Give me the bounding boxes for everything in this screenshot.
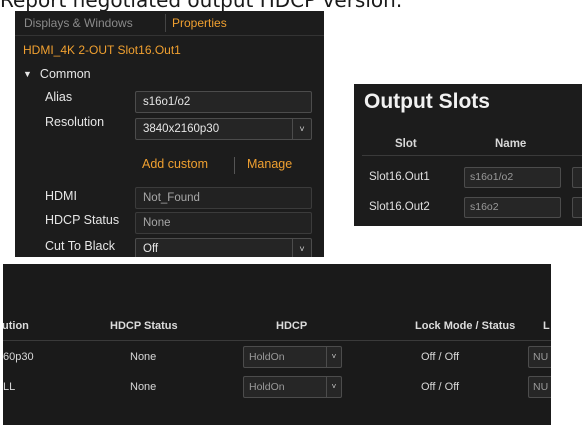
hdcp-status-label: HDCP Status [45,213,120,227]
row-2-lock-mode: Off / Off [421,381,460,393]
row-1-edge-field[interactable]: NU [528,346,551,368]
tab-displays-windows[interactable]: Displays & Windows [24,16,133,30]
row-2-resolution: LL [3,381,16,393]
add-custom-link[interactable]: Add custom [142,157,208,171]
hdcp-status-value: None [135,212,312,234]
section-common-toggle[interactable]: ▼ Common [23,67,91,81]
caption-text: Report negotiated output HDCP version. [0,0,403,12]
hdmi-value: Not_Found [135,187,312,209]
resolution-select[interactable]: 3840x2160p30 ˅ [135,118,312,140]
alias-input[interactable]: s16o1/o2 [135,91,312,113]
chevron-down-icon[interactable]: ˅ [292,239,311,257]
link-divider [234,157,235,174]
hdcp-column-header: HDCP [276,320,308,332]
device-title: HDMI_4K 2-OUT Slot16.Out1 [23,43,181,57]
chevron-down-icon[interactable]: ˅ [292,119,311,139]
lock-mode-column-header: Lock Mode / Status [415,320,516,332]
outputs-table: ution HDCP Status HDCP Lock Mode / Statu… [3,264,551,425]
header-divider [362,155,582,156]
properties-panel: Displays & Windows Properties HDMI_4K 2-… [15,11,324,257]
row-1-resolution: 60p30 [3,351,34,363]
tab-divider [165,14,166,32]
slot-row-1-label: Slot16.Out1 [369,171,430,183]
chevron-down-icon[interactable]: ˅ [326,377,341,397]
manage-link[interactable]: Manage [247,157,292,171]
slot-row-1-name-input[interactable]: s16o1/o2 [464,167,561,188]
caret-down-icon: ▼ [23,69,32,79]
slot-column-header: Slot [395,138,417,150]
resolution-column-header: ution [3,320,29,332]
row-2-hdcp-value: HoldOn [249,381,285,393]
name-column-header: Name [495,138,527,150]
slot-row-2-label: Slot16.Out2 [369,201,430,213]
resolution-label: Resolution [45,115,105,129]
hdmi-label: HDMI [45,189,77,203]
cut-to-black-value: Off [143,243,159,255]
row-1-hdcp-status: None [130,351,157,363]
section-common-label: Common [39,67,91,81]
output-slots-title: Output Slots [364,90,490,113]
row-2-edge-field[interactable]: NU [528,376,551,398]
row-1-lock-mode: Off / Off [421,351,460,363]
slot-row-1-next-field[interactable] [572,167,582,188]
cut-to-black-select[interactable]: Off ˅ [135,238,312,257]
output-slots-panel: Output Slots Slot Name Slot16.Out1 s16o1… [354,84,582,226]
tab-bar: Displays & Windows Properties [15,11,324,36]
edge-column-header: L [543,320,550,332]
cut-to-black-label: Cut To Black [45,239,115,253]
alias-label: Alias [45,90,73,104]
slot-row-2-next-field[interactable] [572,197,582,218]
tab-properties[interactable]: Properties [172,16,227,30]
row-1-hdcp-value: HoldOn [249,351,285,363]
resolution-value: 3840x2160p30 [143,123,220,135]
header-divider [3,340,551,341]
hdcp-status-column-header: HDCP Status [110,320,178,332]
chevron-down-icon[interactable]: ˅ [326,347,341,367]
slot-row-2-name-input[interactable]: s16o2 [464,197,561,218]
row-2-hdcp-status: None [130,381,157,393]
row-2-hdcp-select[interactable]: HoldOn ˅ [243,376,342,398]
row-1-hdcp-select[interactable]: HoldOn ˅ [243,346,342,368]
